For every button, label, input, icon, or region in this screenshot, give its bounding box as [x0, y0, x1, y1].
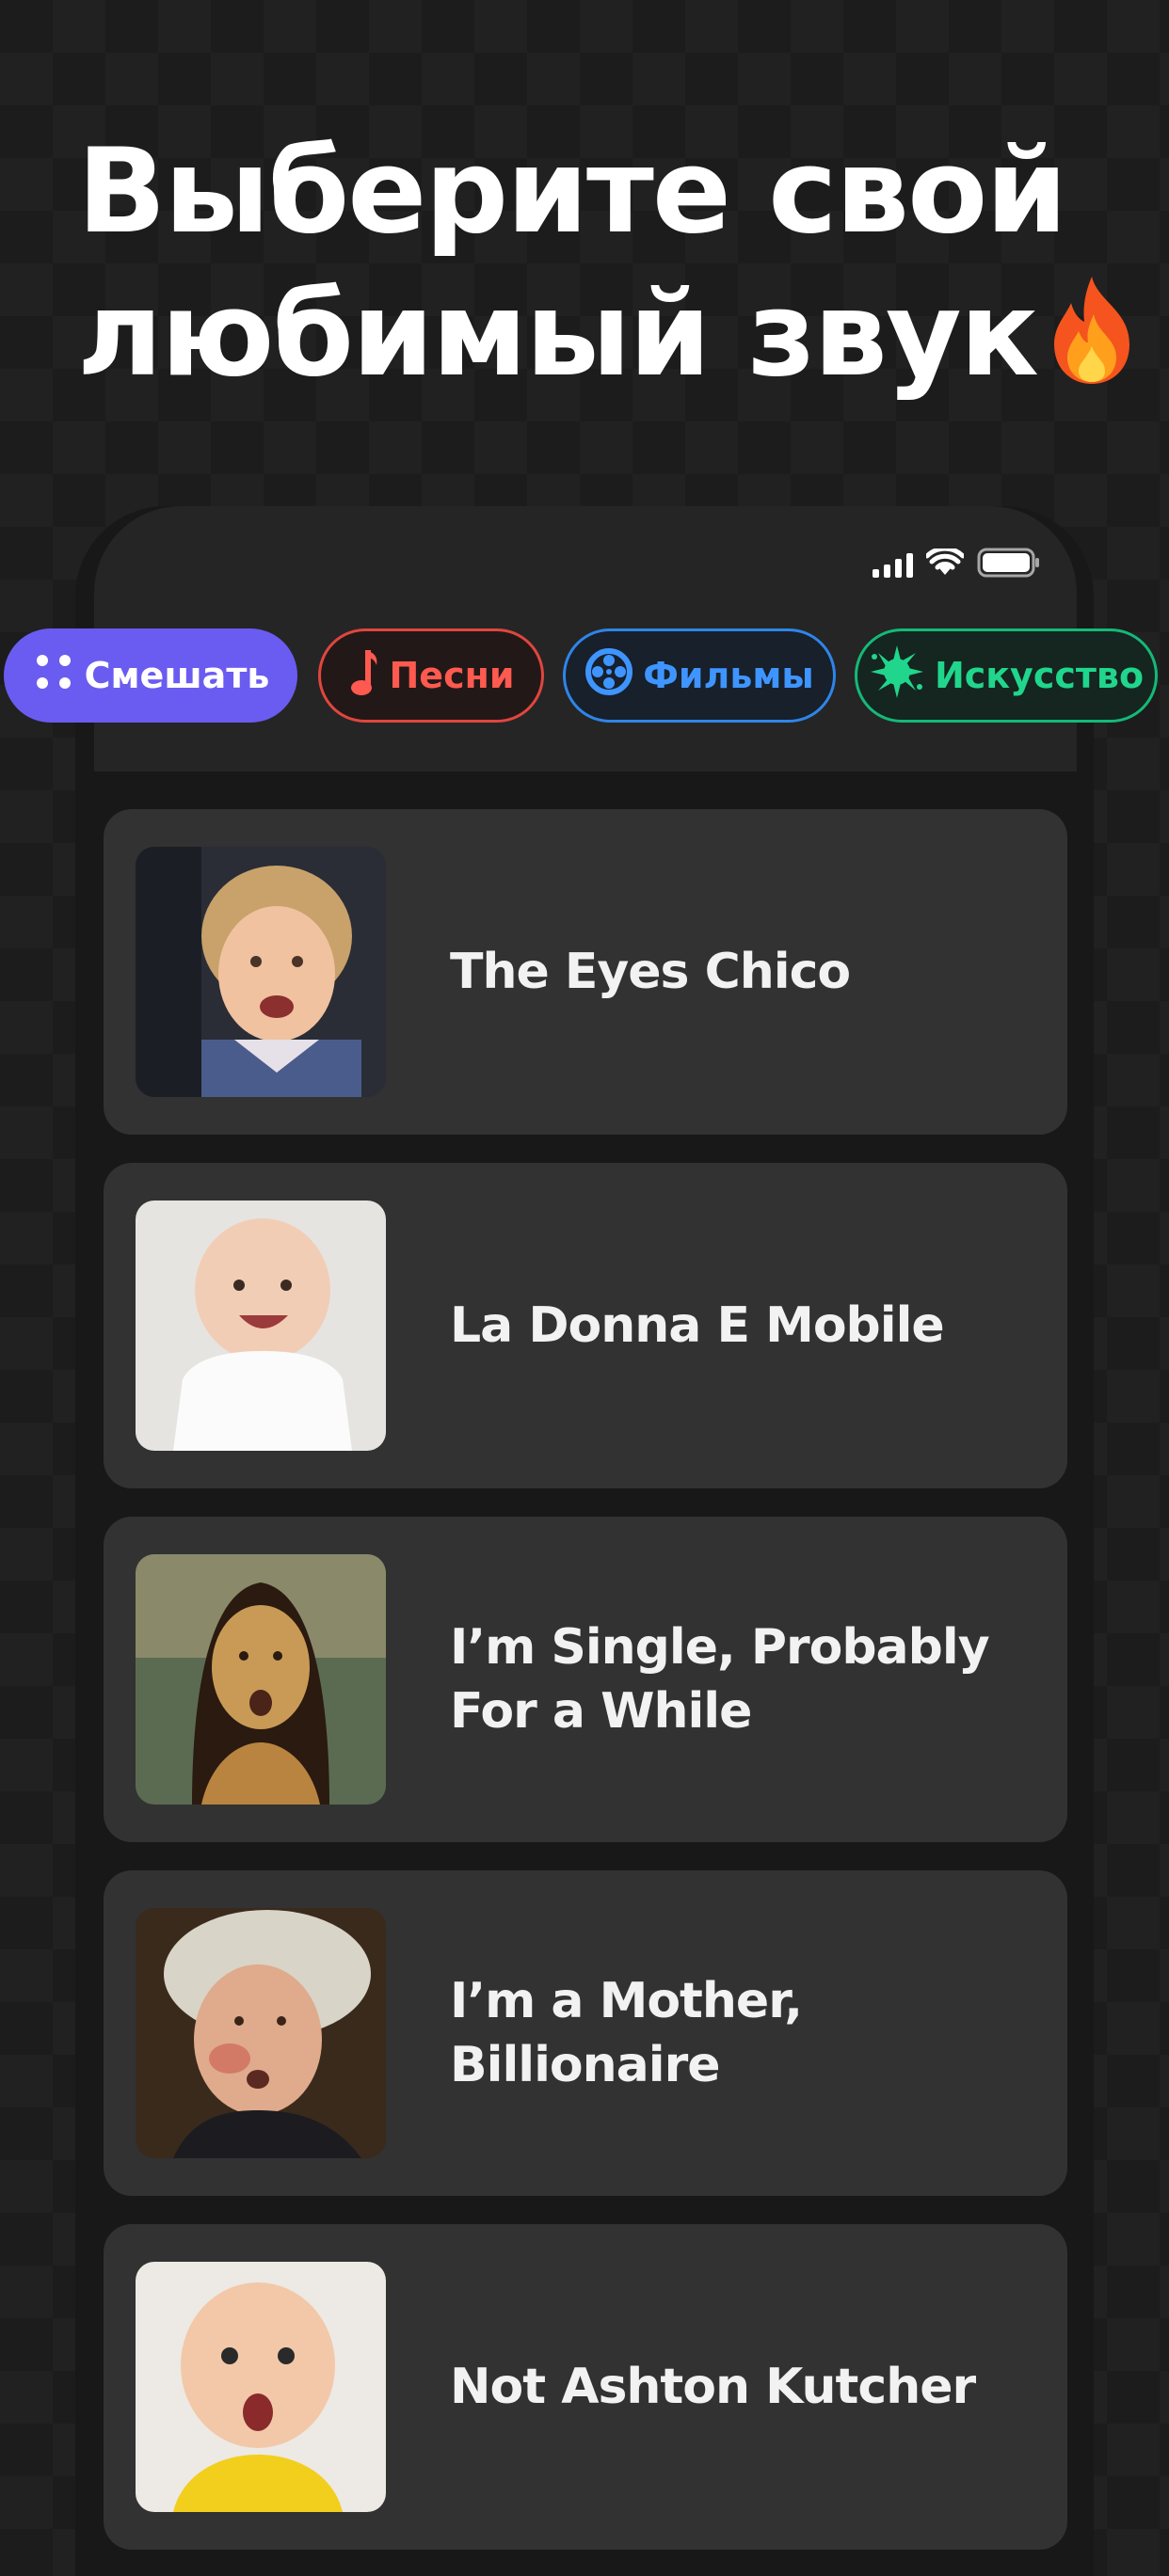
sound-title: Not Ashton Kutcher	[450, 2359, 976, 2415]
tab-mix[interactable]: Смешать	[4, 628, 297, 723]
tab-songs[interactable]: Песни	[318, 628, 544, 723]
headline-line-2-text: любимый звук	[77, 267, 1039, 403]
fire-icon	[1043, 273, 1141, 418]
sound-card[interactable]: I’m Single, Probably For a While	[104, 1517, 1067, 1842]
paint-splash-icon	[869, 644, 925, 708]
tab-songs-label: Песни	[389, 655, 515, 696]
sound-card[interactable]: I’m a Mother, Billionaire	[104, 1870, 1067, 2196]
sound-title: I’m Single, Probably For a While	[450, 1619, 990, 1740]
headline: Выберите свой любимый звук	[77, 120, 1150, 418]
sound-thumbnail	[136, 847, 386, 1097]
sound-title: I’m a Mother, Billionaire	[450, 1973, 803, 2093]
sound-thumbnail	[136, 1908, 386, 2158]
tab-films[interactable]: Фильмы	[563, 628, 836, 723]
sound-card[interactable]: La Donna E Mobile	[104, 1163, 1067, 1488]
sound-thumbnail	[136, 2262, 386, 2512]
headline-line-2: любимый звук	[77, 263, 1150, 418]
tab-art[interactable]: Искусство	[855, 628, 1158, 723]
headline-line-1: Выберите свой	[77, 124, 1067, 260]
sound-thumbnail	[136, 1201, 386, 1451]
tab-mix-label: Смешать	[84, 655, 270, 696]
battery-icon	[977, 548, 1041, 582]
sound-card[interactable]: Not Ashton Kutcher	[104, 2224, 1067, 2550]
dots-icon	[32, 650, 75, 702]
sound-thumbnail	[136, 1554, 386, 1805]
sound-title: La Donna E Mobile	[450, 1297, 945, 1354]
wifi-icon	[924, 546, 966, 581]
cellular-signal-icon	[873, 552, 913, 578]
tab-films-label: Фильмы	[643, 655, 814, 696]
tab-art-label: Искусство	[934, 655, 1145, 696]
sound-title: The Eyes Chico	[450, 944, 851, 1000]
film-reel-icon	[584, 647, 633, 705]
status-bar	[873, 546, 1041, 582]
music-note-icon	[348, 646, 380, 706]
sound-card[interactable]: The Eyes Chico	[104, 809, 1067, 1135]
category-tabs: Смешать Песни Фильмы Искусство	[0, 628, 1169, 728]
